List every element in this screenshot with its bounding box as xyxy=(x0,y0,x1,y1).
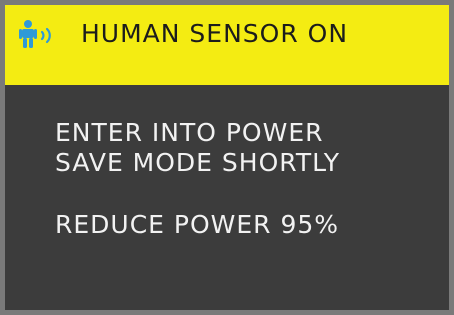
human-sensor-icon xyxy=(19,20,51,48)
osd-header-bar: HUMAN SENSOR ON xyxy=(5,5,449,85)
power-save-message-line-2: SAVE MODE SHORTLY xyxy=(55,148,340,177)
osd-window: HUMAN SENSOR ON ENTER INTO POWER SAVE MO… xyxy=(0,0,454,315)
osd-header-title: HUMAN SENSOR ON xyxy=(81,19,349,48)
power-save-message-line-1: ENTER INTO POWER xyxy=(55,118,324,147)
power-reduction-message: REDUCE POWER 95% xyxy=(55,210,340,239)
